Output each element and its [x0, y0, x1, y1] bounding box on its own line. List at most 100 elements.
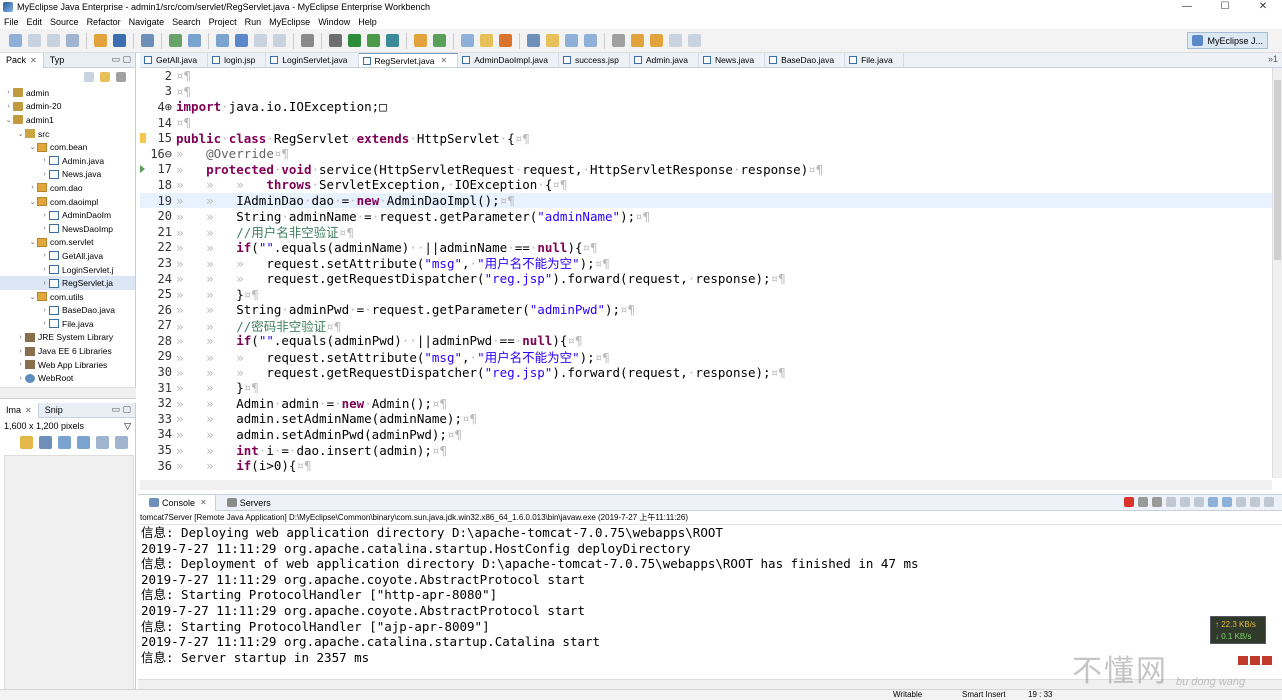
collapsed-arrow-icon[interactable]: › — [40, 307, 49, 314]
expanded-arrow-icon[interactable]: ⌄ — [4, 116, 13, 124]
editor-tab[interactable]: GetAll.java — [140, 53, 209, 67]
collapsed-arrow-icon[interactable]: › — [16, 348, 25, 355]
menu-myeclipse[interactable]: MyEclipse — [265, 17, 314, 27]
code-line[interactable]: 2 ¤¶ — [140, 68, 1272, 84]
collapsed-arrow-icon[interactable]: › — [40, 157, 49, 164]
menu-file[interactable]: File — [0, 17, 23, 27]
code-line[interactable]: 19 » » IAdminDao·dao·=·new·AdminDaoImpl()… — [140, 192, 1272, 209]
collapsed-arrow-icon[interactable]: › — [40, 252, 49, 259]
editor-tab[interactable]: AdminDaoImpl.java — [458, 53, 559, 67]
code-line[interactable]: 23 » » » request.setAttribute("msg",·"用户名… — [140, 255, 1272, 272]
close-tab-icon[interactable]: ✕ — [25, 403, 32, 418]
code-line[interactable]: 29 » » » request.setAttribute("msg",·"用户名… — [140, 349, 1272, 365]
toolbar-button-icon[interactable] — [94, 34, 107, 47]
image-tab-snip[interactable]: Snip — [39, 403, 69, 418]
expanded-arrow-icon[interactable]: ⌄ — [28, 293, 37, 301]
tree-item[interactable]: › File.java — [0, 317, 135, 331]
tree-item[interactable]: › BaseDao.java — [0, 304, 135, 318]
collapsed-arrow-icon[interactable]: › — [40, 320, 49, 327]
tree-item[interactable]: ⌄ src — [0, 127, 135, 141]
toolbar-button-icon[interactable] — [216, 34, 229, 47]
word-wrap-icon[interactable] — [1194, 497, 1204, 507]
menu-refactor[interactable]: Refactor — [83, 17, 125, 27]
code-line[interactable]: 17 » protected·void·service(HttpServletRe… — [140, 162, 1272, 178]
collapsed-arrow-icon[interactable]: › — [40, 171, 49, 178]
tree-item[interactable]: › Web App Libraries — [0, 358, 135, 372]
editor-scroll-thumb[interactable] — [1274, 80, 1281, 260]
menu-source[interactable]: Source — [46, 17, 83, 27]
toolbar-button-icon[interactable] — [348, 34, 361, 47]
remove-launch-icon[interactable] — [1138, 497, 1148, 507]
toolbar-button-icon[interactable] — [499, 34, 512, 47]
menu-navigate[interactable]: Navigate — [125, 17, 169, 27]
panel-minimize-icon[interactable]: ▭ ▢ — [111, 54, 131, 65]
toolbar-button-icon[interactable] — [480, 34, 493, 47]
explorer-tab-typ[interactable]: Typ — [44, 53, 71, 68]
collapsed-arrow-icon[interactable]: › — [4, 103, 13, 110]
code-line[interactable]: 33 » » admin.setAdminName(adminName);¤¶ — [140, 411, 1272, 427]
code-line[interactable]: 35 » » int·i·=·dao.insert(admin);¤¶ — [140, 442, 1272, 458]
toolbar-button-icon[interactable] — [669, 34, 682, 47]
tree-item[interactable]: ⌄ com.bean — [0, 140, 135, 154]
terminate-icon[interactable] — [1124, 497, 1134, 507]
tree-item[interactable]: › News.java — [0, 168, 135, 182]
minimize-button[interactable]: — — [1168, 0, 1206, 14]
console-tab-servers[interactable]: Servers — [216, 495, 279, 511]
close-tab-icon[interactable]: ✕ — [200, 498, 207, 507]
show-on-output-icon[interactable] — [1208, 497, 1218, 507]
expanded-arrow-icon[interactable]: ⌄ — [28, 198, 37, 206]
tree-item[interactable]: › com.dao — [0, 181, 135, 195]
editor-tab[interactable]: login.jsp — [208, 53, 267, 67]
toolbar-button-icon[interactable] — [546, 34, 559, 47]
open-console-icon[interactable] — [1264, 497, 1274, 507]
menu-edit[interactable]: Edit — [23, 17, 47, 27]
toolbar-button-icon[interactable] — [47, 34, 60, 47]
collapsed-arrow-icon[interactable]: › — [40, 225, 49, 232]
toolbar-button-icon[interactable] — [688, 34, 701, 47]
tree-item[interactable]: › admin — [0, 86, 135, 100]
toolbar-button-icon[interactable] — [631, 34, 644, 47]
tree-item[interactable]: › NewsDaoImp — [0, 222, 135, 236]
tree-item[interactable]: › WebRoot — [0, 371, 135, 385]
image-save-icon[interactable] — [39, 435, 52, 449]
close-tab-icon[interactable]: ✕ — [30, 53, 37, 68]
code-line[interactable]: 30 » » » request.getRequestDispatcher("re… — [140, 364, 1272, 380]
toolbar-button-icon[interactable] — [414, 34, 427, 47]
toolbar-button-icon[interactable] — [28, 34, 41, 47]
toolbar-button-icon[interactable] — [329, 34, 342, 47]
explorer-tab-pack[interactable]: Pack ✕ — [0, 52, 44, 68]
menu-help[interactable]: Help — [354, 17, 381, 27]
expanded-arrow-icon[interactable]: ⌄ — [16, 130, 25, 138]
close-button[interactable]: ✕ — [1244, 0, 1282, 14]
close-tab-icon[interactable]: ✕ — [441, 56, 448, 65]
toolbar-button-icon[interactable] — [527, 34, 540, 47]
menu-search[interactable]: Search — [168, 17, 205, 27]
tree-item[interactable]: › Admin.java — [0, 154, 135, 168]
image-panel-minimize-icon[interactable]: ▭ ▢ — [111, 404, 131, 415]
actual-size-icon[interactable] — [115, 435, 128, 449]
fit-icon[interactable] — [96, 435, 109, 449]
editor-tab[interactable]: BaseDao.java — [765, 53, 846, 67]
code-line[interactable]: 36 » » if(i>0){¤¶ — [140, 458, 1272, 474]
collapsed-arrow-icon[interactable]: › — [40, 280, 49, 287]
tree-item[interactable]: › JRE System Library — [0, 331, 135, 345]
collapsed-arrow-icon[interactable]: › — [28, 184, 37, 191]
editor-horizontal-scrollbar[interactable] — [140, 480, 1272, 490]
editor-tab[interactable]: success.jsp — [559, 53, 630, 67]
editor-tab[interactable]: LoginServlet.java — [266, 53, 359, 67]
code-line[interactable]: 3 ¤¶ — [140, 84, 1272, 100]
remove-all-icon[interactable] — [1152, 497, 1162, 507]
expanded-arrow-icon[interactable]: ⌄ — [28, 143, 37, 151]
toolbar-button-icon[interactable] — [386, 34, 399, 47]
tree-item[interactable]: ⌄ com.daoimpl — [0, 195, 135, 209]
editor-tab[interactable]: Admin.java — [630, 53, 699, 67]
code-line[interactable]: 32 » » Admin·admin·=·new·Admin();¤¶ — [140, 395, 1272, 411]
code-area[interactable]: 2 ¤¶ 3 ¤¶ 4⊕ import·java.io.IOException;□ 14 ¤¶… — [140, 68, 1272, 476]
toolbar-button-icon[interactable] — [169, 34, 182, 47]
image-tab-ima[interactable]: Ima ✕ — [0, 402, 39, 418]
show-on-error-icon[interactable] — [1222, 497, 1232, 507]
toolbar-button-icon[interactable] — [113, 34, 126, 47]
image-open-icon[interactable] — [20, 435, 33, 449]
menu-run[interactable]: Run — [241, 17, 266, 27]
zoom-out-icon[interactable] — [58, 435, 71, 449]
